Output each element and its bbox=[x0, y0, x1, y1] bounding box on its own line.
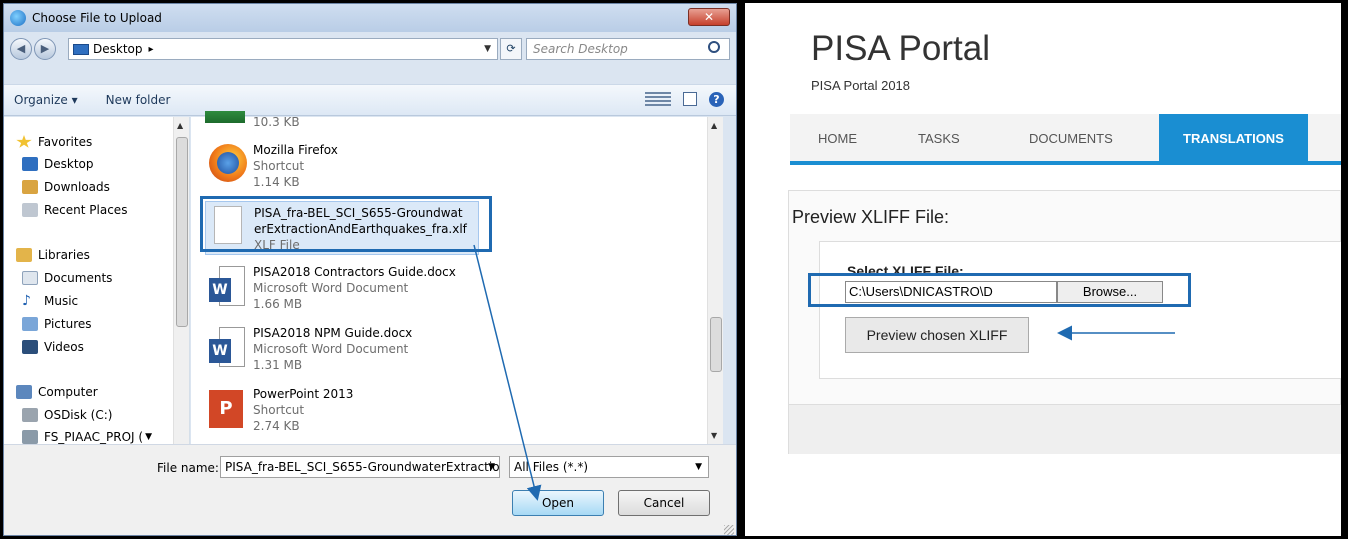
nav-favorites[interactable]: Favorites bbox=[16, 133, 92, 151]
list-item[interactable]: P PowerPoint 2013 Shortcut 2.74 KB bbox=[205, 386, 495, 442]
firefox-icon bbox=[205, 142, 247, 186]
search-icon[interactable] bbox=[708, 41, 720, 53]
resize-grip[interactable] bbox=[724, 525, 734, 535]
page-subtitle: PISA Portal 2018 bbox=[811, 78, 911, 93]
nav-videos[interactable]: Videos bbox=[22, 338, 84, 356]
file-name-input[interactable]: PISA_fra-BEL_SCI_S655-GroundwaterExtract… bbox=[220, 456, 500, 478]
list-item[interactable]: W PISA2018 NPM Guide.docx Microsoft Word … bbox=[205, 325, 495, 381]
preview-chosen-xliff-button[interactable]: Preview chosen XLIFF bbox=[845, 317, 1029, 353]
refresh-button[interactable]: ⟳ bbox=[500, 38, 522, 60]
main-nav: HOME TASKS DOCUMENTS TRANSLATIONS bbox=[790, 114, 1341, 165]
pictures-icon bbox=[22, 317, 38, 331]
file-list-scrollbar[interactable]: ▲ ▼ bbox=[707, 117, 723, 444]
downloads-folder-icon bbox=[22, 180, 38, 194]
word-document-icon: W bbox=[205, 325, 245, 369]
computer-icon bbox=[16, 385, 32, 399]
change-view-icon[interactable] bbox=[645, 92, 671, 108]
documents-icon bbox=[22, 271, 38, 285]
file-type-select[interactable]: All Files (*.*) ▼ bbox=[509, 456, 709, 478]
dialog-title: Choose File to Upload bbox=[32, 11, 162, 25]
scroll-down-arrow-icon[interactable]: ▼ bbox=[711, 431, 717, 440]
address-bar-row: ◀ ▶ Desktop ▸ ▼ ⟳ Search Desktop bbox=[10, 36, 730, 62]
chevron-down-icon[interactable]: ▼ bbox=[484, 44, 491, 54]
portal-page: PISA Portal PISA Portal 2018 HOME TASKS … bbox=[745, 3, 1341, 536]
breadcrumb-arrow-icon[interactable]: ▸ bbox=[149, 44, 154, 55]
dialog-titlebar: Choose File to Upload ✕ bbox=[4, 4, 736, 32]
chevron-down-icon[interactable]: ▼ bbox=[488, 457, 495, 477]
help-icon[interactable]: ? bbox=[709, 92, 724, 107]
organize-menu[interactable]: Organize ▾ bbox=[14, 93, 78, 107]
scroll-up-arrow-icon[interactable]: ▲ bbox=[711, 121, 717, 130]
nav-desktop[interactable]: Desktop bbox=[22, 155, 94, 173]
list-item[interactable]: W PISA2018 Contractors Guide.docx Microso… bbox=[205, 264, 495, 320]
tab-home[interactable]: HOME bbox=[818, 131, 857, 146]
recent-places-icon bbox=[22, 203, 38, 217]
tab-documents[interactable]: DOCUMENTS bbox=[1029, 131, 1113, 146]
word-document-icon: W bbox=[205, 264, 245, 308]
cancel-button[interactable]: Cancel bbox=[618, 490, 710, 516]
tab-tasks[interactable]: TASKS bbox=[918, 131, 960, 146]
videos-icon bbox=[22, 340, 38, 354]
powerpoint-icon: P bbox=[205, 386, 245, 430]
libraries-icon bbox=[16, 248, 32, 262]
internet-explorer-icon bbox=[10, 10, 26, 26]
forward-button[interactable]: ▶ bbox=[34, 38, 56, 60]
file-list-scroll-thumb[interactable] bbox=[710, 317, 722, 372]
nav-music[interactable]: ♪ Music bbox=[22, 292, 78, 310]
open-button[interactable]: Open bbox=[512, 490, 604, 516]
back-button[interactable]: ◀ bbox=[10, 38, 32, 60]
select-file-card: Select XLIFF File: C:\Users\DNICASTRO\D … bbox=[819, 241, 1341, 379]
address-breadcrumb[interactable]: Desktop bbox=[93, 42, 143, 56]
drive-icon bbox=[22, 408, 38, 422]
desktop-icon bbox=[73, 43, 89, 55]
nav-downloads[interactable]: Downloads bbox=[22, 178, 110, 196]
new-folder-button[interactable]: New folder bbox=[106, 93, 171, 107]
nav-documents[interactable]: Documents bbox=[22, 269, 112, 287]
preview-title: Preview XLIFF File: bbox=[792, 207, 950, 227]
star-icon bbox=[16, 135, 32, 148]
scroll-down-arrow-icon[interactable]: ▼ bbox=[145, 432, 152, 442]
nav-computer[interactable]: Computer bbox=[16, 383, 98, 401]
preview-pane-icon[interactable] bbox=[683, 92, 697, 106]
nav-osdisk[interactable]: OSDisk (C:) bbox=[22, 406, 112, 424]
file-upload-dialog: Choose File to Upload ✕ ◀ ▶ Desktop ▸ ▼ … bbox=[3, 3, 737, 536]
highlight-box-file bbox=[200, 196, 492, 252]
file-name-label: File name: bbox=[157, 461, 219, 475]
close-button[interactable]: ✕ bbox=[688, 8, 730, 26]
tab-translations[interactable]: TRANSLATIONS bbox=[1159, 114, 1308, 161]
chevron-down-icon[interactable]: ▼ bbox=[695, 457, 702, 477]
nav-scrollbar[interactable]: ▲ bbox=[173, 117, 189, 444]
nav-pictures[interactable]: Pictures bbox=[22, 315, 92, 333]
list-item[interactable]: Mozilla Firefox Shortcut 1.14 KB bbox=[205, 142, 495, 198]
file-list: 10.3 KB Mozilla Firefox Shortcut 1.14 KB P… bbox=[191, 111, 723, 444]
navigation-pane: Favorites Desktop Downloads Recent Place… bbox=[4, 117, 190, 444]
dialog-footer: File name: PISA_fra-BEL_SCI_S655-Groundw… bbox=[4, 444, 736, 535]
excel-file-icon bbox=[205, 111, 245, 123]
page-title: PISA Portal bbox=[811, 29, 990, 68]
search-input[interactable]: Search Desktop bbox=[526, 38, 730, 60]
highlight-box-file-input bbox=[808, 273, 1191, 307]
nav-libraries[interactable]: Libraries bbox=[16, 246, 90, 264]
nav-scroll-thumb[interactable] bbox=[176, 137, 188, 327]
music-icon: ♪ bbox=[22, 293, 31, 309]
scroll-up-arrow-icon[interactable]: ▲ bbox=[177, 121, 183, 130]
desktop-icon bbox=[22, 157, 38, 171]
address-bar[interactable]: Desktop ▸ ▼ bbox=[68, 38, 498, 60]
panel-footer bbox=[789, 404, 1341, 454]
network-drive-icon bbox=[22, 430, 38, 444]
list-item[interactable]: 10.3 KB bbox=[205, 111, 495, 131]
nav-recent-places[interactable]: Recent Places bbox=[22, 201, 127, 219]
preview-panel: Preview XLIFF File: Select XLIFF File: C… bbox=[788, 190, 1341, 454]
